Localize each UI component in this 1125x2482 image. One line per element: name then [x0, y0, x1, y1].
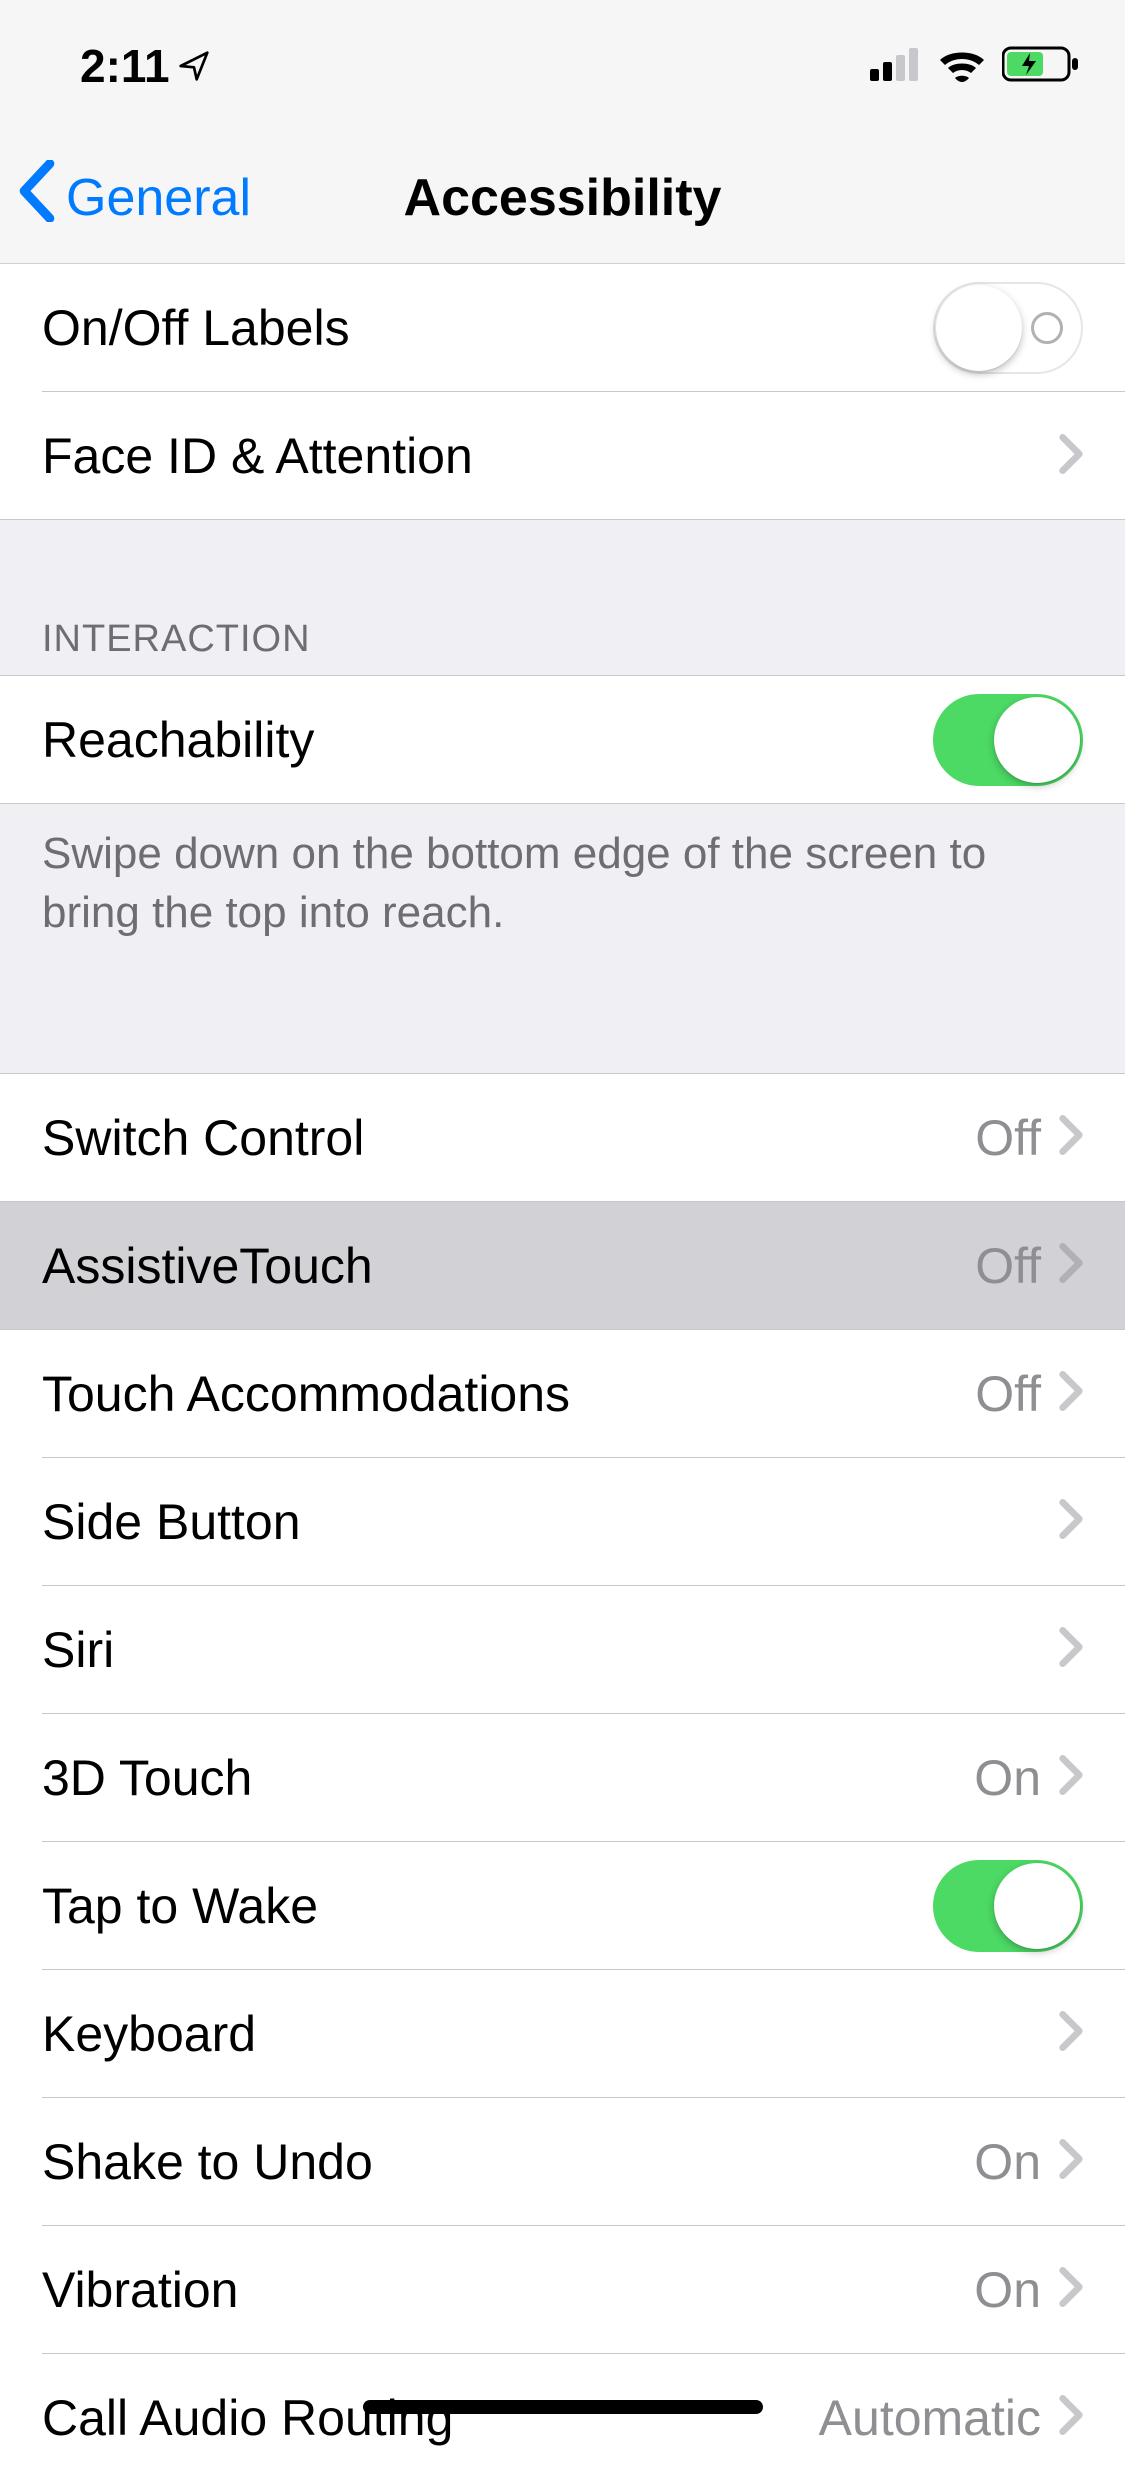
chevron-right-icon — [1059, 2267, 1083, 2312]
row-label: On/Off Labels — [42, 299, 933, 357]
row-siri[interactable]: Siri — [0, 1586, 1125, 1714]
section-3: Switch Control Off AssistiveTouch Off To… — [0, 1073, 1125, 2482]
chevron-left-icon — [18, 160, 56, 235]
section-header-interaction: INTERACTION — [0, 520, 1125, 675]
toggle-ring-icon — [1031, 312, 1063, 344]
chevron-right-icon — [1059, 2011, 1083, 2056]
section-2: Reachability — [0, 675, 1125, 804]
separator — [0, 519, 1125, 520]
toggle-knob — [994, 1863, 1080, 1949]
row-label: Reachability — [42, 711, 933, 769]
cellular-signal-icon — [870, 47, 922, 86]
status-time-area: 2:11 — [80, 39, 210, 93]
location-arrow-icon — [178, 39, 210, 93]
row-value: On — [974, 1749, 1041, 1807]
toggle-tap-to-wake[interactable] — [933, 1860, 1083, 1952]
row-label: Switch Control — [42, 1109, 975, 1167]
row-call-audio-routing[interactable]: Call Audio Routing Automatic — [0, 2354, 1125, 2482]
status-right — [870, 45, 1080, 88]
row-label: Siri — [42, 1621, 1059, 1679]
toggle-knob — [936, 285, 1022, 371]
status-time: 2:11 — [80, 39, 170, 93]
gap — [0, 963, 1125, 1073]
row-label: Call Audio Routing — [42, 2389, 819, 2447]
row-label: Tap to Wake — [42, 1877, 933, 1935]
toggle-on-off-labels[interactable] — [933, 282, 1083, 374]
back-button[interactable]: General — [0, 160, 251, 235]
row-label: Shake to Undo — [42, 2133, 974, 2191]
row-touch-accommodations[interactable]: Touch Accommodations Off — [0, 1330, 1125, 1458]
row-value: Off — [975, 1365, 1041, 1423]
page-title: Accessibility — [404, 168, 722, 228]
chevron-right-icon — [1059, 1755, 1083, 1800]
row-vibration[interactable]: Vibration On — [0, 2226, 1125, 2354]
row-label: Face ID & Attention — [42, 427, 1059, 485]
toggle-knob — [994, 697, 1080, 783]
chevron-right-icon — [1059, 2395, 1083, 2440]
nav-bar: General Accessibility — [0, 132, 1125, 264]
row-3d-touch[interactable]: 3D Touch On — [0, 1714, 1125, 1842]
chevron-right-icon — [1059, 1499, 1083, 1544]
row-value: Automatic — [819, 2389, 1041, 2447]
row-value: Off — [975, 1237, 1041, 1295]
section-1: On/Off Labels Face ID & Attention — [0, 264, 1125, 520]
row-label: AssistiveTouch — [42, 1237, 975, 1295]
row-switch-control[interactable]: Switch Control Off — [0, 1074, 1125, 1202]
chevron-right-icon — [1059, 1243, 1083, 1288]
chevron-right-icon — [1059, 1371, 1083, 1416]
row-value: On — [974, 2133, 1041, 2191]
back-label: General — [66, 168, 251, 228]
row-label: Touch Accommodations — [42, 1365, 975, 1423]
row-tap-to-wake[interactable]: Tap to Wake — [0, 1842, 1125, 1970]
battery-charging-icon — [1002, 45, 1080, 88]
chevron-right-icon — [1059, 1627, 1083, 1672]
row-assistive-touch[interactable]: AssistiveTouch Off — [0, 1202, 1125, 1330]
row-label: 3D Touch — [42, 1749, 974, 1807]
row-label: Keyboard — [42, 2005, 1059, 2063]
chevron-right-icon — [1059, 1115, 1083, 1160]
chevron-right-icon — [1059, 2139, 1083, 2184]
status-bar: 2:11 — [0, 0, 1125, 132]
row-label: Side Button — [42, 1493, 1059, 1551]
row-on-off-labels[interactable]: On/Off Labels — [0, 264, 1125, 392]
row-keyboard[interactable]: Keyboard — [0, 1970, 1125, 2098]
row-side-button[interactable]: Side Button — [0, 1458, 1125, 1586]
separator — [0, 803, 1125, 804]
row-face-id-attention[interactable]: Face ID & Attention — [0, 392, 1125, 520]
chevron-right-icon — [1059, 434, 1083, 479]
wifi-icon — [937, 46, 987, 87]
row-value: Off — [975, 1109, 1041, 1167]
row-reachability[interactable]: Reachability — [0, 676, 1125, 804]
row-value: On — [974, 2261, 1041, 2319]
section-footer-reachability: Swipe down on the bottom edge of the scr… — [0, 804, 1125, 963]
home-indicator[interactable] — [363, 2400, 763, 2414]
row-label: Vibration — [42, 2261, 974, 2319]
row-shake-to-undo[interactable]: Shake to Undo On — [0, 2098, 1125, 2226]
toggle-reachability[interactable] — [933, 694, 1083, 786]
